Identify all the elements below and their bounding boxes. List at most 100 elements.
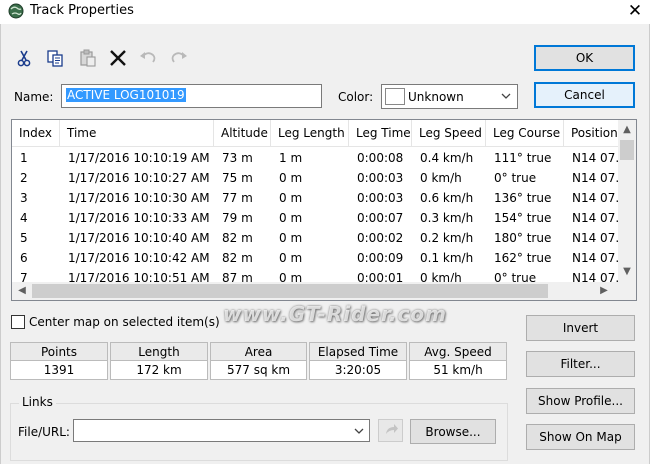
chevron-down-icon: [500, 89, 512, 106]
close-icon[interactable]: ✕: [620, 0, 650, 24]
copy-icon[interactable]: [45, 48, 65, 68]
table-row[interactable]: 6 1/17/2016 10:10:42 AM 82 m 0 m 0:00:09 0.1 …: [12, 248, 618, 268]
links-group-title: Links: [19, 395, 56, 409]
cell-position: N14 07.: [572, 171, 618, 185]
cell-leg-time: 0:00:08: [357, 151, 404, 165]
cell-index: 6: [20, 251, 28, 265]
color-label: Color:: [338, 90, 374, 104]
cell-altitude: 73 m: [222, 151, 253, 165]
cell-altitude: 77 m: [222, 191, 253, 205]
column-header-leg-speed[interactable]: Leg Speed: [412, 120, 486, 147]
stat-label: Length: [111, 343, 207, 361]
table-row[interactable]: 4 1/17/2016 10:10:33 AM 79 m 0 m 0:00:07 0.3 …: [12, 208, 618, 228]
ok-button[interactable]: OK: [534, 45, 635, 71]
cell-leg-course: 111° true: [494, 151, 552, 165]
watermark-text: www.GT-Rider.com: [223, 302, 447, 326]
cell-leg-course: 162° true: [494, 251, 552, 265]
color-select[interactable]: Unknown: [381, 84, 518, 109]
cell-index: 2: [20, 171, 28, 185]
cell-position: N14 07.: [572, 151, 618, 165]
cell-leg-course: 0° true: [494, 171, 537, 185]
stat-points: Points 1391: [10, 342, 108, 380]
scroll-up-icon[interactable]: ▲: [619, 122, 635, 138]
stat-value: 51 km/h: [410, 361, 506, 379]
show-profile-button[interactable]: Show Profile...: [526, 388, 635, 414]
cell-leg-time: 0:00:07: [357, 211, 404, 225]
column-header-leg-time[interactable]: Leg Time: [349, 120, 412, 147]
cell-leg-length: 0 m: [279, 171, 303, 185]
table-row[interactable]: 5 1/17/2016 10:10:40 AM 82 m 0 m 0:00:02 0.2 …: [12, 228, 618, 248]
stat-label: Elapsed Time: [310, 343, 406, 361]
name-input[interactable]: ACTIVE LOG101019: [61, 84, 322, 108]
cell-leg-speed: 0.4 km/h: [420, 151, 474, 165]
cell-leg-length: 0 m: [279, 251, 303, 265]
chevron-down-icon[interactable]: [353, 424, 365, 441]
color-swatch: [385, 88, 405, 105]
column-header-time[interactable]: Time: [60, 120, 214, 147]
horizontal-scrollbar[interactable]: ◀ ▶: [12, 282, 636, 300]
cell-time: 1/17/2016 10:10:27 AM: [68, 171, 210, 185]
column-header-altitude[interactable]: Altitude: [214, 120, 271, 147]
delete-icon[interactable]: [108, 48, 128, 68]
file-url-label: File/URL:: [18, 425, 70, 439]
filter-button[interactable]: Filter...: [526, 351, 635, 377]
vertical-scrollbar[interactable]: ▲ ▼: [618, 120, 636, 282]
cell-time: 1/17/2016 10:10:42 AM: [68, 251, 210, 265]
scroll-down-icon[interactable]: ▼: [619, 264, 635, 280]
column-header-index[interactable]: Index: [12, 120, 60, 147]
center-map-checkbox[interactable]: [11, 315, 25, 329]
cancel-button[interactable]: Cancel: [534, 82, 635, 108]
cell-leg-speed: 0.1 km/h: [420, 251, 474, 265]
track-statistics: Points 1391 Length 172 km Area 577 sq km…: [10, 342, 508, 380]
table-row[interactable]: 2 1/17/2016 10:10:27 AM 75 m 0 m 0:00:03 0 km…: [12, 168, 618, 188]
show-on-map-button[interactable]: Show On Map: [526, 424, 635, 450]
cell-leg-course: 136° true: [494, 191, 552, 205]
cell-leg-speed: 0.2 km/h: [420, 231, 474, 245]
stat-value: 577 sq km: [211, 361, 306, 379]
horizontal-scroll-thumb[interactable]: [32, 284, 548, 298]
cell-altitude: 82 m: [222, 251, 253, 265]
cell-altitude: 79 m: [222, 211, 253, 225]
column-header-position[interactable]: Position: [564, 120, 618, 147]
stat-label: Points: [11, 343, 107, 361]
cut-icon[interactable]: [14, 48, 34, 68]
cell-leg-time: 0:00:03: [357, 191, 404, 205]
scroll-right-icon[interactable]: ▶: [596, 283, 612, 299]
cell-position: N14 07.: [572, 251, 618, 265]
table-row[interactable]: 1 1/17/2016 10:10:19 AM 73 m 1 m 0:00:08 0.4 …: [12, 148, 618, 168]
cell-time: 1/17/2016 10:10:19 AM: [68, 151, 210, 165]
cell-leg-length: 0 m: [279, 231, 303, 245]
track-points-table[interactable]: Index Time Altitude Leg Length Leg Time …: [11, 119, 637, 301]
stat-avg-speed: Avg. Speed 51 km/h: [409, 342, 507, 380]
cell-altitude: 75 m: [222, 171, 253, 185]
stat-elapsed-time: Elapsed Time 3:20:05: [309, 342, 407, 380]
vertical-scroll-thumb[interactable]: [620, 140, 634, 160]
table-row[interactable]: 3 1/17/2016 10:10:30 AM 77 m 0 m 0:00:03 0.6 …: [12, 188, 618, 208]
column-header-leg-length[interactable]: Leg Length: [271, 120, 349, 147]
cell-position: N14 07.: [572, 231, 618, 245]
stat-value: 1391: [11, 361, 107, 379]
center-map-label[interactable]: Center map on selected item(s): [29, 315, 220, 329]
stat-length: Length 172 km: [110, 342, 208, 380]
stat-area: Area 577 sq km: [210, 342, 307, 380]
title-bar: Track Properties ✕: [0, 0, 650, 24]
window-title: Track Properties: [30, 3, 134, 18]
browse-button[interactable]: Browse...: [410, 419, 496, 444]
undo-icon: [137, 48, 157, 68]
column-header-leg-course[interactable]: Leg Course: [486, 120, 564, 147]
cell-index: 3: [20, 191, 28, 205]
cell-leg-time: 0:00:09: [357, 251, 404, 265]
stat-label: Avg. Speed: [410, 343, 506, 361]
invert-button[interactable]: Invert: [526, 315, 635, 341]
scroll-left-icon[interactable]: ◀: [14, 283, 30, 299]
color-select-value: Unknown: [408, 90, 464, 104]
file-url-input[interactable]: [73, 419, 370, 442]
table-header: Index Time Altitude Leg Length Leg Time …: [12, 120, 618, 147]
cell-leg-length: 0 m: [279, 211, 303, 225]
cell-leg-length: 0 m: [279, 191, 303, 205]
name-label: Name:: [14, 90, 54, 104]
stat-value: 172 km: [111, 361, 207, 379]
cell-time: 1/17/2016 10:10:33 AM: [68, 211, 210, 225]
cell-leg-course: 180° true: [494, 231, 552, 245]
cell-index: 5: [20, 231, 28, 245]
